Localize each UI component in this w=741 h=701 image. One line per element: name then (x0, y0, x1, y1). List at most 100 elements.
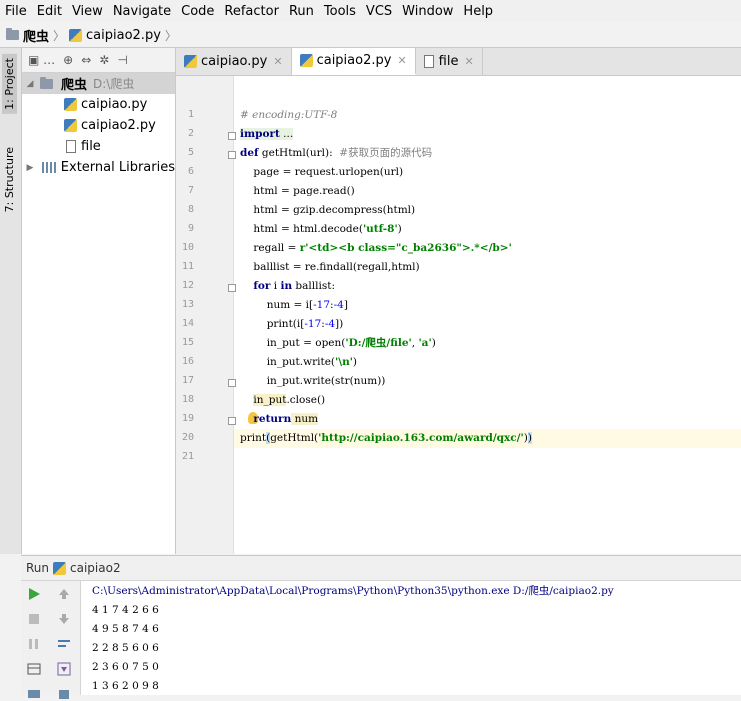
line-number: 17 (181, 375, 194, 386)
chevron-right-icon: 〉 (53, 28, 66, 43)
folder-icon (6, 28, 19, 40)
menu-tools[interactable]: Tools (319, 4, 361, 19)
breadcrumb-file[interactable]: caipiao2.py (69, 28, 161, 43)
tab-label: caipiao2.py (316, 53, 392, 68)
code-line-17: in_put.write(str(num)) (240, 375, 386, 387)
line-number: 5 (187, 147, 194, 158)
code-line-14: print(i[-17:-4]) (240, 315, 344, 334)
fold-marker-icon[interactable] (228, 379, 236, 387)
code-text: num (291, 413, 319, 425)
menu-help[interactable]: Help (458, 4, 498, 19)
code-keyword: def (240, 147, 259, 159)
menu-window[interactable]: Window (397, 4, 458, 19)
menu-edit[interactable]: Edit (32, 4, 67, 19)
fold-marker-icon[interactable] (228, 151, 236, 159)
run-icon[interactable] (27, 587, 41, 601)
close-icon[interactable]: ✕ (397, 54, 406, 67)
locate-icon[interactable]: ⊕ (63, 53, 73, 67)
scroll-to-end-icon[interactable] (57, 662, 71, 676)
menu-bar: File Edit View Navigate Code Refactor Ru… (0, 0, 741, 22)
gear-icon[interactable]: ✲ (99, 53, 109, 67)
run-toolbar (21, 581, 81, 699)
folder-icon (40, 76, 53, 89)
menu-vcs[interactable]: VCS (361, 4, 397, 19)
line-number: 9 (187, 223, 194, 234)
tab-caipiao[interactable]: caipiao.py ✕ (176, 48, 292, 75)
soft-wrap-icon[interactable] (57, 637, 71, 651)
menu-run[interactable]: Run (284, 4, 319, 19)
code-string: 'utf-8' (362, 223, 398, 235)
code-text: html = html.decode( (240, 223, 363, 235)
libraries-icon (41, 162, 56, 173)
hide-icon[interactable]: ⊣ (117, 53, 127, 67)
expand-arrow-icon[interactable]: ◢ (24, 79, 36, 89)
code-text: in_put = open( (240, 337, 346, 349)
run-panel: Run caipiao2 C:\Users\Administrator\AppD… (21, 555, 741, 699)
fold-marker-icon[interactable] (228, 284, 236, 292)
code-string: 'http://caipiao.163.com/award/qxc/' (318, 432, 524, 444)
line-number: 11 (181, 261, 194, 272)
tree-root[interactable]: ◢ 爬虫 D:\爬虫 (22, 73, 175, 94)
project-toolbar: ▣ … ⊕ ⇔ ✲ ⊣ (22, 48, 175, 73)
code-text: getHtml(url): (258, 147, 340, 159)
code-line-6: page = request.urlopen(url) (240, 166, 404, 178)
code-line-2: import ... (240, 125, 294, 144)
console-line: 4 1 7 4 2 6 6 (92, 604, 159, 616)
console-line: 2 3 6 0 7 5 0 (92, 661, 159, 673)
editor-tabs: caipiao.py ✕ caipiao2.py ✕ file ✕ (176, 48, 741, 76)
code-comment: #获取页面的源代码 (339, 147, 433, 159)
code-string: 'D:/爬虫/file' (345, 337, 412, 349)
project-view-dropdown-icon[interactable]: ▣ … (28, 53, 55, 67)
print-icon[interactable] (27, 687, 41, 701)
code-line-20: print(getHtml('http://caipiao.163.com/aw… (240, 429, 532, 448)
tab-structure-tool[interactable]: 7: Structure (2, 143, 17, 216)
menu-navigate[interactable]: Navigate (108, 4, 176, 19)
tree-item-caipiao2[interactable]: caipiao2.py (22, 115, 175, 136)
expand-arrow-icon[interactable]: ▶ (24, 163, 36, 173)
tree-item-external-libraries[interactable]: ▶ External Libraries (22, 157, 175, 178)
code-keyword: in (280, 280, 293, 292)
tree-item-file[interactable]: file (22, 136, 175, 157)
tab-label: caipiao.py (201, 54, 268, 69)
menu-code[interactable]: Code (176, 4, 219, 19)
root-folder-path: D:\爬虫 (93, 77, 135, 91)
console-output[interactable]: C:\Users\Administrator\AppData\Local\Pro… (92, 582, 614, 696)
code-string: '\n' (335, 356, 353, 368)
code-line-5: def getHtml(url): #获取页面的源代码 (240, 144, 432, 163)
line-number: 10 (181, 242, 194, 253)
pause-icon[interactable] (27, 637, 41, 651)
collapse-icon[interactable]: ⇔ (81, 53, 91, 67)
root-folder-name: 爬虫 (61, 78, 88, 93)
code-line-10: regall = r'<td><b class="c_ba2636">.*</b… (240, 239, 511, 258)
close-icon[interactable]: ✕ (464, 55, 473, 68)
code-line-9: html = html.decode('utf-8') (240, 220, 401, 239)
arrow-down-icon[interactable] (57, 612, 71, 626)
tab-file[interactable]: file ✕ (416, 48, 483, 75)
fold-marker-icon[interactable] (228, 417, 236, 425)
code-text: balllist: (292, 280, 335, 292)
line-number: 20 (181, 432, 194, 443)
menu-view[interactable]: View (67, 4, 108, 19)
tab-project-tool[interactable]: 1: Project (2, 54, 17, 114)
stop-icon[interactable] (27, 612, 41, 626)
python-file-icon (69, 28, 83, 42)
layout-icon[interactable] (27, 662, 41, 676)
code-number: -4 (324, 318, 336, 330)
line-number: 2 (187, 128, 194, 139)
tab-caipiao2[interactable]: caipiao2.py ✕ (291, 48, 416, 75)
text-file-icon (423, 55, 434, 68)
tree-item-caipiao[interactable]: caipiao.py (22, 94, 175, 115)
menu-file[interactable]: File (0, 4, 32, 19)
arrow-up-icon[interactable] (57, 587, 71, 601)
code-string: 'a' (418, 337, 432, 349)
python-file-icon (64, 98, 77, 111)
code-text: getHtml( (270, 432, 319, 444)
menu-refactor[interactable]: Refactor (219, 4, 284, 19)
fold-marker-icon[interactable] (228, 132, 236, 140)
clear-icon[interactable] (57, 687, 71, 701)
console-command: C:\Users\Administrator\AppData\Local\Pro… (92, 585, 614, 597)
code-number: -17 (313, 299, 331, 311)
close-icon[interactable]: ✕ (273, 55, 282, 68)
breadcrumb-project[interactable]: 爬虫 (0, 26, 49, 45)
code-editor[interactable]: 1 2 5 6 7 8 9 10 11 12 13 14 15 16 17 18… (176, 76, 741, 554)
